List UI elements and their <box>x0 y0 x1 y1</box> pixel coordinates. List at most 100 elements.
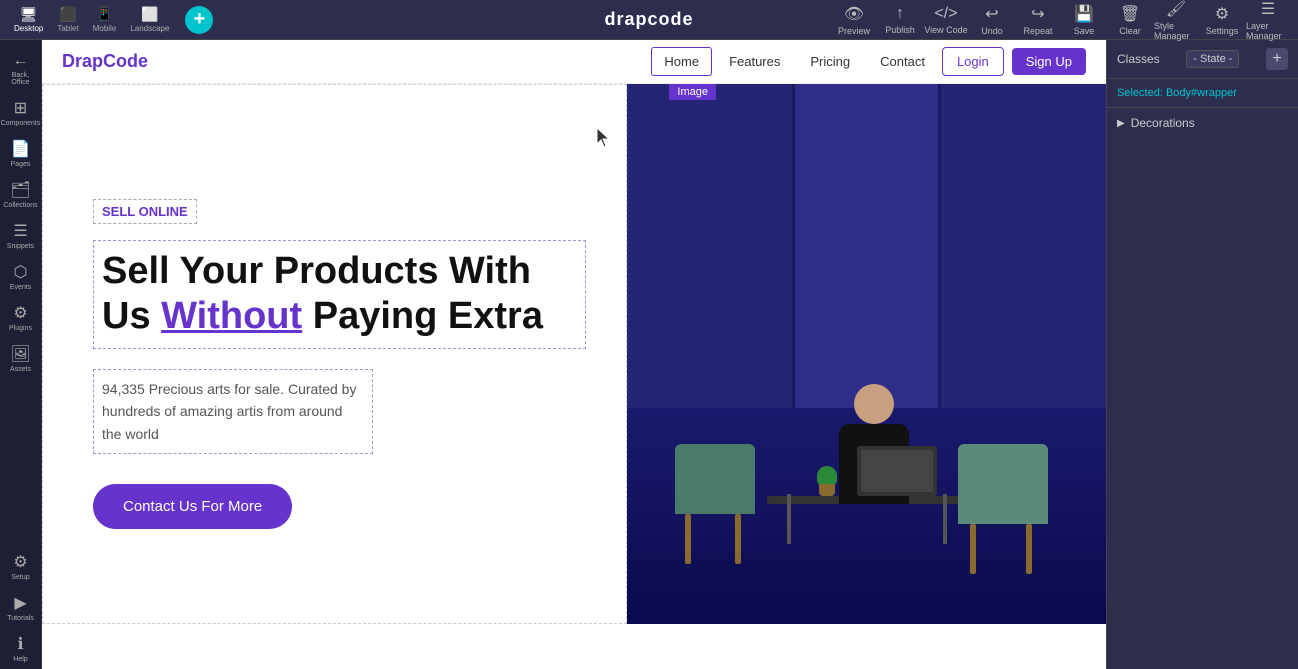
sidebar-item-setup[interactable]: ⚙ Setup <box>0 546 41 587</box>
hero-headline-part2: Paying Extra <box>302 295 543 337</box>
add-element-button[interactable]: + <box>185 6 213 34</box>
collections-icon: 🗂 <box>10 180 30 200</box>
decorations-item[interactable]: ▶ Decorations <box>1107 108 1298 138</box>
chair-leg2-right <box>1026 524 1032 574</box>
components-icon: ⊞ <box>14 98 27 118</box>
style-manager-button[interactable]: 🖌 Style Manager <box>1154 1 1198 39</box>
wall-panel-left <box>627 84 795 435</box>
selected-label: Selected: <box>1117 87 1163 99</box>
sidebar-item-help[interactable]: ℹ Help <box>0 628 41 669</box>
code-icon: </> <box>934 5 957 23</box>
view-code-button[interactable]: </> View Code <box>924 1 968 39</box>
classes-label: Classes <box>1117 52 1160 66</box>
device-tablet[interactable]: ⬛ Tablet <box>51 3 84 36</box>
table-leg-right <box>943 494 947 544</box>
right-panel-header: Classes - State - + <box>1107 40 1298 79</box>
sidebar-item-label: Back, Office <box>2 72 39 86</box>
hero-left: SELL ONLINE Sell Your Products With Us W… <box>42 84 627 624</box>
nav-bar: DrapCode Home Features Pricing Contact L… <box>42 40 1106 84</box>
hero-headline-highlight: Without <box>161 295 302 337</box>
website-canvas: DrapCode Home Features Pricing Contact L… <box>42 40 1106 669</box>
hero-image <box>627 84 1106 624</box>
hero-tag: SELL ONLINE <box>93 199 197 224</box>
device-modes: 🖥 Desktop ⬛ Tablet 📱 Mobile ⬜ Landscape <box>8 3 175 36</box>
clear-button[interactable]: 🗑 Clear <box>1108 1 1152 39</box>
hero-headline: Sell Your Products With Us Without Payin… <box>93 240 586 349</box>
sidebar-item-tutorials[interactable]: ▶ Tutorials <box>0 587 41 628</box>
table-leg-left <box>787 494 791 544</box>
plant-leaves <box>817 466 837 486</box>
nav-login-button[interactable]: Login <box>942 47 1004 76</box>
nav-link-pricing[interactable]: Pricing <box>797 47 863 76</box>
layers-icon: ☰ <box>1261 0 1275 19</box>
layer-manager-button[interactable]: ☰ Layer Manager <box>1246 1 1290 39</box>
device-desktop[interactable]: 🖥 Desktop <box>8 3 49 36</box>
chevron-right-icon: ▶ <box>1117 118 1125 129</box>
sidebar-item-label: Components <box>1 120 41 127</box>
chair-leg2-left <box>735 514 741 564</box>
chair-left <box>675 444 775 564</box>
sidebar-item-plugins[interactable]: ⚙ Plugins <box>0 297 41 338</box>
preview-button[interactable]: 👁 Preview <box>832 1 876 39</box>
assets-icon: 🖼 <box>10 344 30 364</box>
repeat-button[interactable]: ↪ Repeat <box>1016 1 1060 39</box>
main-layout: ← Back, Office ⊞ Components 📄 Pages 🗂 Co… <box>0 40 1298 669</box>
landscape-icon: ⬜ <box>141 6 158 23</box>
mobile-icon: 📱 <box>96 6 113 23</box>
save-button[interactable]: 💾 Save <box>1062 1 1106 39</box>
sidebar-item-pages[interactable]: 📄 Pages <box>0 133 41 174</box>
sidebar-item-label: Plugins <box>9 325 32 332</box>
back-icon: ← <box>13 52 29 70</box>
setup-icon: ⚙ <box>13 552 27 572</box>
tablet-icon: ⬛ <box>59 6 76 23</box>
settings-button[interactable]: ⚙ Settings <box>1200 1 1244 39</box>
selected-value: Body#wrapper <box>1166 87 1237 99</box>
wall-panel-right <box>938 84 1106 435</box>
nav-logo: DrapCode <box>62 51 148 72</box>
plugins-icon: ⚙ <box>13 303 27 323</box>
sidebar-item-components[interactable]: ⊞ Components <box>0 92 41 133</box>
nav-signup-button[interactable]: Sign Up <box>1012 48 1086 75</box>
sidebar-item-snippets[interactable]: ☰ Snippets <box>0 215 41 256</box>
toolbar-right: 👁 Preview ↑ Publish </> View Code ↩ Undo… <box>832 1 1290 39</box>
undo-button[interactable]: ↩ Undo <box>970 1 1014 39</box>
publish-icon: ↑ <box>896 5 904 23</box>
hero-section: SELL ONLINE Sell Your Products With Us W… <box>42 84 1106 624</box>
clear-icon: 🗑 <box>1120 4 1140 24</box>
chair-leg1-left <box>685 514 691 564</box>
add-class-button[interactable]: + <box>1266 48 1288 70</box>
wall-panel-center <box>795 84 939 435</box>
publish-button[interactable]: ↑ Publish <box>878 1 922 39</box>
gear-icon: ⚙ <box>1215 4 1229 24</box>
sidebar-item-label: Collections <box>3 202 37 209</box>
device-landscape[interactable]: ⬜ Landscape <box>124 3 175 36</box>
device-mobile[interactable]: 📱 Mobile <box>87 3 123 36</box>
nav-link-contact[interactable]: Contact <box>867 47 938 76</box>
canvas-area[interactable]: DrapCode Home Features Pricing Contact L… <box>42 40 1106 669</box>
sidebar-item-assets[interactable]: 🖼 Assets <box>0 338 41 379</box>
hero-cta-button[interactable]: Contact Us For More <box>93 484 292 529</box>
sidebar-item-label: Pages <box>11 161 31 168</box>
right-panel: Classes - State - + Selected: Body#wrapp… <box>1106 40 1298 669</box>
undo-icon: ↩ <box>985 4 998 24</box>
laptop-screen <box>861 450 933 492</box>
sidebar-item-label: Assets <box>10 366 31 373</box>
sidebar-item-back-office[interactable]: ← Back, Office <box>0 46 41 92</box>
chair-seat-right <box>958 484 1048 524</box>
nav-links: Home Features Pricing Contact Login Sign… <box>651 47 1086 76</box>
desktop-icon: 🖥 <box>20 6 38 23</box>
save-icon: 💾 <box>1074 4 1094 24</box>
app-title: drapcode <box>604 9 693 30</box>
help-icon: ℹ <box>17 634 23 654</box>
image-tooltip: Image <box>669 84 716 100</box>
plant <box>817 466 837 496</box>
nav-link-home[interactable]: Home <box>651 47 712 76</box>
brush-icon: 🖌 <box>1166 0 1186 19</box>
nav-link-features[interactable]: Features <box>716 47 793 76</box>
preview-icon: 👁 <box>844 4 864 24</box>
sidebar-item-collections[interactable]: 🗂 Collections <box>0 174 41 215</box>
sidebar-item-label: Snippets <box>7 243 34 250</box>
sidebar-item-events[interactable]: ⬡ Events <box>0 256 41 297</box>
plant-pot <box>819 484 835 496</box>
state-selector[interactable]: - State - <box>1186 50 1239 68</box>
